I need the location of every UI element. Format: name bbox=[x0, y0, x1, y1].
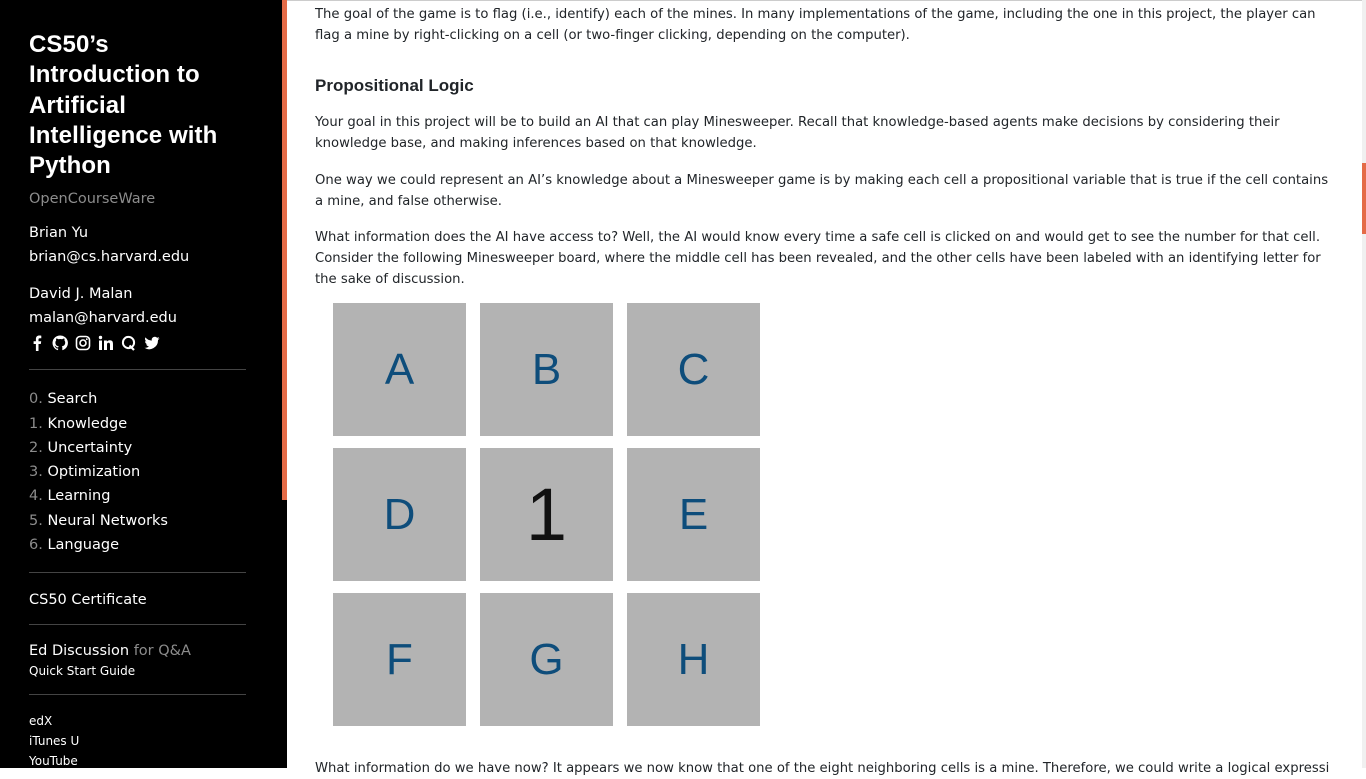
nav-item-uncertainty[interactable]: 2. Uncertainty bbox=[29, 436, 246, 460]
paragraph-next: What information do we have now? It appe… bbox=[315, 761, 1330, 776]
nav-item-neural-networks[interactable]: 5. Neural Networks bbox=[29, 509, 246, 533]
ed-discussion-note: for Q&A bbox=[133, 642, 191, 659]
board-cell: F bbox=[333, 593, 466, 726]
twitter-icon[interactable] bbox=[144, 335, 160, 351]
person-name: Brian Yu bbox=[29, 225, 89, 242]
person-david: David J. Malan malan@harvard.edu bbox=[29, 282, 246, 330]
nav-item-optimization[interactable]: 3. Optimization bbox=[29, 460, 246, 484]
board-cell: A bbox=[333, 303, 466, 436]
board-cell: D bbox=[333, 448, 466, 581]
board-cell: B bbox=[480, 303, 613, 436]
quick-start-link[interactable]: Quick Start Guide bbox=[29, 664, 246, 678]
instagram-icon[interactable] bbox=[75, 335, 91, 351]
certificate-link[interactable]: CS50 Certificate bbox=[29, 592, 246, 608]
sidebar-divider bbox=[29, 571, 246, 573]
youtube-link[interactable]: YouTube bbox=[29, 751, 246, 768]
ed-discussion-label[interactable]: Ed Discussion bbox=[29, 643, 129, 659]
person-name: David J. Malan bbox=[29, 286, 133, 303]
lecture-nav: 0. Search 1. Knowledge 2. Uncertainty 3.… bbox=[29, 387, 246, 556]
nav-item-search[interactable]: 0. Search bbox=[29, 387, 246, 411]
sidebar-divider bbox=[29, 623, 246, 625]
github-icon[interactable] bbox=[52, 335, 68, 351]
top-border bbox=[287, 0, 1366, 1]
facebook-icon[interactable] bbox=[29, 335, 45, 352]
quora-icon[interactable] bbox=[121, 335, 137, 352]
ed-discussion-link[interactable]: Ed Discussion for Q&A bbox=[29, 643, 246, 659]
sidebar-divider bbox=[29, 369, 246, 371]
site-title[interactable]: CS50’s Introduction to Artificial Intell… bbox=[29, 30, 246, 181]
paragraph-goal: Your goal in this project will be to bui… bbox=[315, 115, 1280, 152]
site-subtitle: OpenCourseWare bbox=[29, 191, 156, 208]
sidebar-divider bbox=[29, 693, 246, 695]
paragraph-representation: One way we could represent an AI’s knowl… bbox=[315, 173, 1329, 210]
person-email[interactable]: brian@cs.harvard.edu bbox=[29, 245, 246, 269]
section-heading: Propositional Logic bbox=[315, 76, 474, 95]
board-cell: C bbox=[627, 303, 760, 436]
board-cell: H bbox=[627, 593, 760, 726]
nav-item-language[interactable]: 6. Language bbox=[29, 533, 246, 557]
sidebar-accent-bar bbox=[282, 0, 287, 500]
platform-links: edX iTunes U YouTube bbox=[29, 711, 246, 768]
board-cell: E bbox=[627, 448, 760, 581]
person-email[interactable]: malan@harvard.edu bbox=[29, 306, 246, 330]
board-cell-revealed: 1 bbox=[480, 448, 613, 581]
edx-link[interactable]: edX bbox=[29, 711, 246, 731]
sidebar: CS50’s Introduction to Artificial Intell… bbox=[0, 0, 287, 768]
paragraph-flagging: The goal of the game is to flag (i.e., i… bbox=[315, 7, 1316, 44]
itunes-link[interactable]: iTunes U bbox=[29, 731, 246, 751]
scrollbar-thumb[interactable] bbox=[1362, 163, 1366, 234]
nav-item-learning[interactable]: 4. Learning bbox=[29, 484, 246, 508]
scrollbar[interactable] bbox=[1362, 0, 1366, 768]
person-brian: Brian Yu brian@cs.harvard.edu bbox=[29, 221, 246, 269]
nav-item-knowledge[interactable]: 1. Knowledge bbox=[29, 412, 246, 436]
social-links bbox=[29, 333, 246, 353]
linkedin-icon[interactable] bbox=[98, 335, 114, 351]
board-cell: G bbox=[480, 593, 613, 726]
paragraph-information: What information does the AI have access… bbox=[315, 230, 1321, 288]
minesweeper-board-figure: A B C D 1 E F G H bbox=[333, 303, 761, 727]
